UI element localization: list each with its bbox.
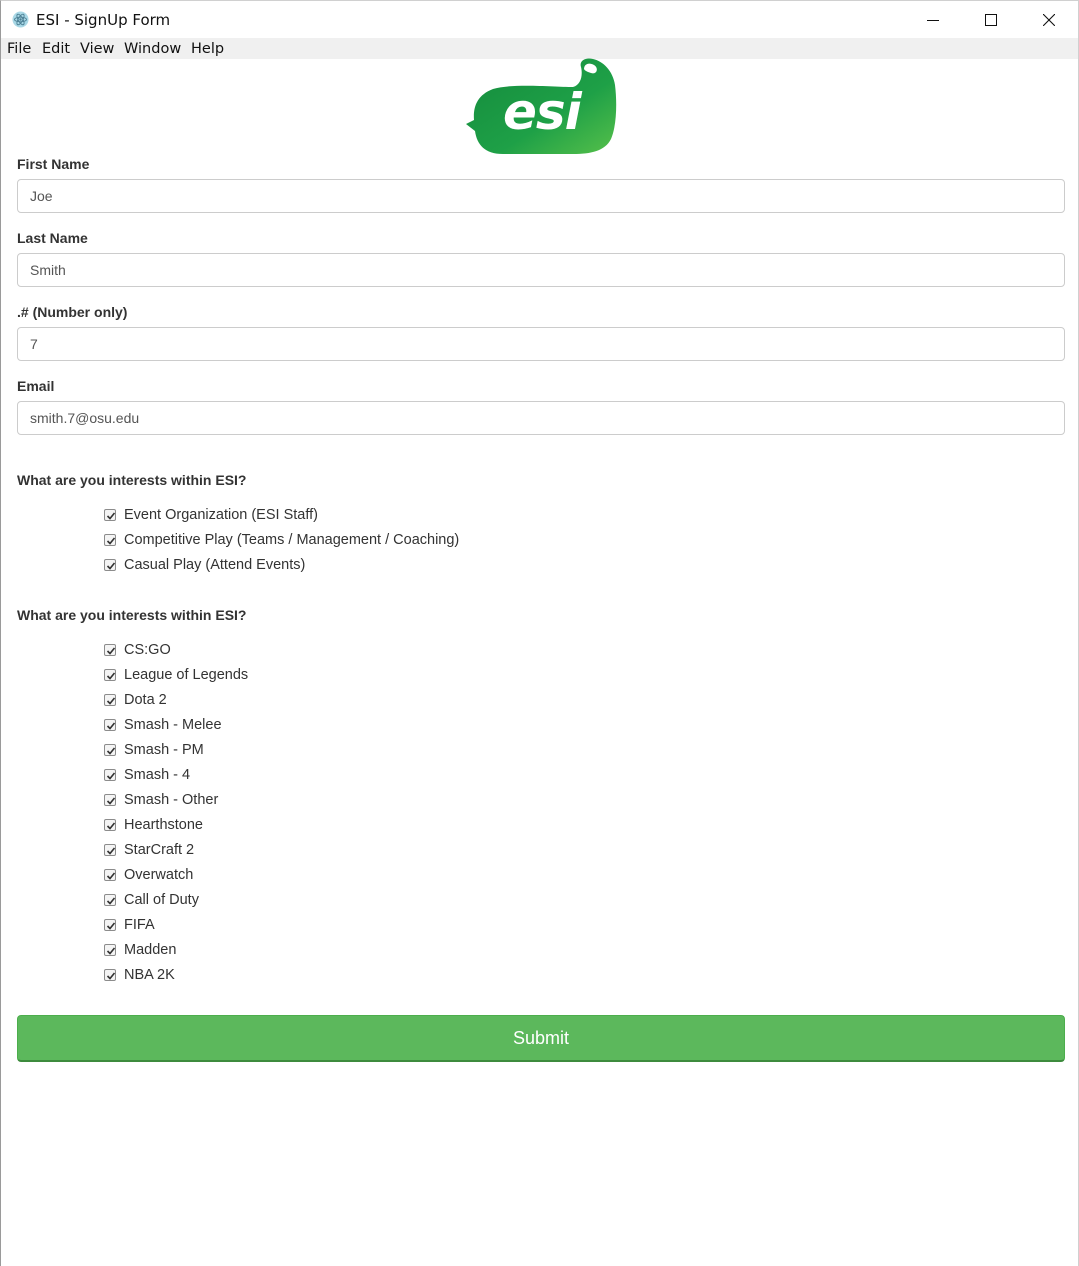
checkbox[interactable] (104, 509, 116, 521)
game-option[interactable]: Smash - Other (104, 790, 218, 810)
menu-file[interactable]: File (7, 41, 31, 57)
email-input[interactable] (17, 401, 1065, 435)
checkmark-icon (106, 772, 116, 780)
checkmark-icon (106, 747, 116, 755)
game-label: Smash - Melee (124, 717, 222, 733)
game-label: NBA 2K (124, 967, 175, 983)
game-label: Dota 2 (124, 692, 167, 708)
game-label: League of Legends (124, 667, 249, 683)
game-option[interactable]: Smash - PM (104, 740, 204, 760)
checkbox[interactable] (104, 534, 116, 546)
game-option[interactable]: Smash - 4 (104, 765, 190, 785)
checkbox[interactable] (104, 969, 116, 981)
game-label: Smash - 4 (124, 767, 191, 783)
window-title: ESI - SignUp Form (36, 11, 171, 29)
interest-option[interactable]: Competitive Play (Teams / Management / C… (104, 530, 459, 550)
maximize-button[interactable] (962, 1, 1020, 38)
game-label: Smash - PM (124, 742, 204, 758)
interest-label: Casual Play (Attend Events) (124, 557, 306, 573)
game-label: StarCraft 2 (124, 842, 195, 858)
game-label: Overwatch (124, 867, 194, 883)
checkbox[interactable] (104, 559, 116, 571)
last-name-label: Last Name (17, 230, 88, 246)
interests-title: What are you interests within ESI? (17, 472, 247, 488)
checkmark-icon (106, 672, 116, 680)
checkmark-icon (106, 872, 116, 880)
game-option[interactable]: FIFA (104, 915, 155, 935)
interest-option[interactable]: Casual Play (Attend Events) (104, 555, 305, 575)
close-button[interactable] (1020, 1, 1078, 38)
menu-help[interactable]: Help (191, 41, 224, 57)
checkmark-icon (106, 562, 116, 570)
checkmark-icon (106, 722, 116, 730)
maximize-icon (985, 13, 997, 26)
checkmark-icon (106, 822, 116, 830)
game-label: Hearthstone (124, 817, 203, 833)
checkbox[interactable] (104, 919, 116, 931)
game-option[interactable]: Hearthstone (104, 815, 203, 835)
number-input[interactable] (17, 327, 1065, 361)
games-title: What are you interests within ESI? (17, 607, 247, 623)
first-name-input[interactable] (17, 179, 1065, 213)
number-label: .# (Number only) (17, 304, 128, 320)
checkmark-icon (106, 697, 116, 705)
checkbox[interactable] (104, 844, 116, 856)
game-label: Call of Duty (124, 892, 199, 908)
game-option[interactable]: League of Legends (104, 665, 248, 685)
electron-atom-icon (12, 11, 29, 28)
game-label: FIFA (124, 917, 155, 933)
menu-edit[interactable]: Edit (42, 41, 70, 57)
game-label: Madden (124, 942, 177, 958)
checkmark-icon (106, 647, 116, 655)
checkbox[interactable] (104, 644, 116, 656)
game-option[interactable]: Dota 2 (104, 690, 167, 710)
minimize-button[interactable] (904, 1, 962, 38)
checkmark-icon (106, 897, 116, 905)
checkbox[interactable] (104, 819, 116, 831)
checkmark-icon (106, 797, 116, 805)
checkbox[interactable] (104, 694, 116, 706)
game-option[interactable]: StarCraft 2 (104, 840, 194, 860)
close-icon (1043, 13, 1055, 26)
logo-text: esi (503, 83, 582, 141)
game-label: CS:GO (124, 642, 171, 658)
checkbox[interactable] (104, 744, 116, 756)
interest-option[interactable]: Event Organization (ESI Staff) (104, 505, 318, 525)
game-label: Smash - Other (124, 792, 219, 808)
game-option[interactable]: Madden (104, 940, 176, 960)
submit-button[interactable]: Submit (17, 1015, 1065, 1062)
interest-label: Competitive Play (Teams / Management / C… (124, 532, 460, 548)
menu-window[interactable]: Window (124, 41, 181, 57)
menu-view[interactable]: View (80, 41, 114, 57)
last-name-input[interactable] (17, 253, 1065, 287)
game-option[interactable]: Call of Duty (104, 890, 199, 910)
checkbox[interactable] (104, 894, 116, 906)
esi-logo: esi (463, 57, 619, 157)
first-name-label: First Name (17, 156, 90, 172)
app-window: ESI - SignUp Form File Edit View Window … (0, 0, 1079, 1266)
checkmark-icon (106, 847, 116, 855)
checkbox[interactable] (104, 719, 116, 731)
game-option[interactable]: NBA 2K (104, 965, 175, 985)
checkmark-icon (106, 922, 116, 930)
title-bar[interactable]: ESI - SignUp Form (1, 1, 1078, 38)
checkbox[interactable] (104, 669, 116, 681)
checkbox[interactable] (104, 944, 116, 956)
checkbox[interactable] (104, 794, 116, 806)
checkmark-icon (106, 947, 116, 955)
game-option[interactable]: Overwatch (104, 865, 193, 885)
interest-label: Event Organization (ESI Staff) (124, 507, 318, 523)
checkbox[interactable] (104, 869, 116, 881)
minimize-icon (927, 19, 939, 21)
game-option[interactable]: Smash - Melee (104, 715, 222, 735)
menu-bar: File Edit View Window Help (1, 38, 1078, 59)
game-option[interactable]: CS:GO (104, 640, 171, 660)
checkmark-icon (106, 972, 116, 980)
email-label: Email (17, 378, 55, 394)
checkmark-icon (106, 512, 116, 520)
checkbox[interactable] (104, 769, 116, 781)
checkmark-icon (106, 537, 116, 545)
